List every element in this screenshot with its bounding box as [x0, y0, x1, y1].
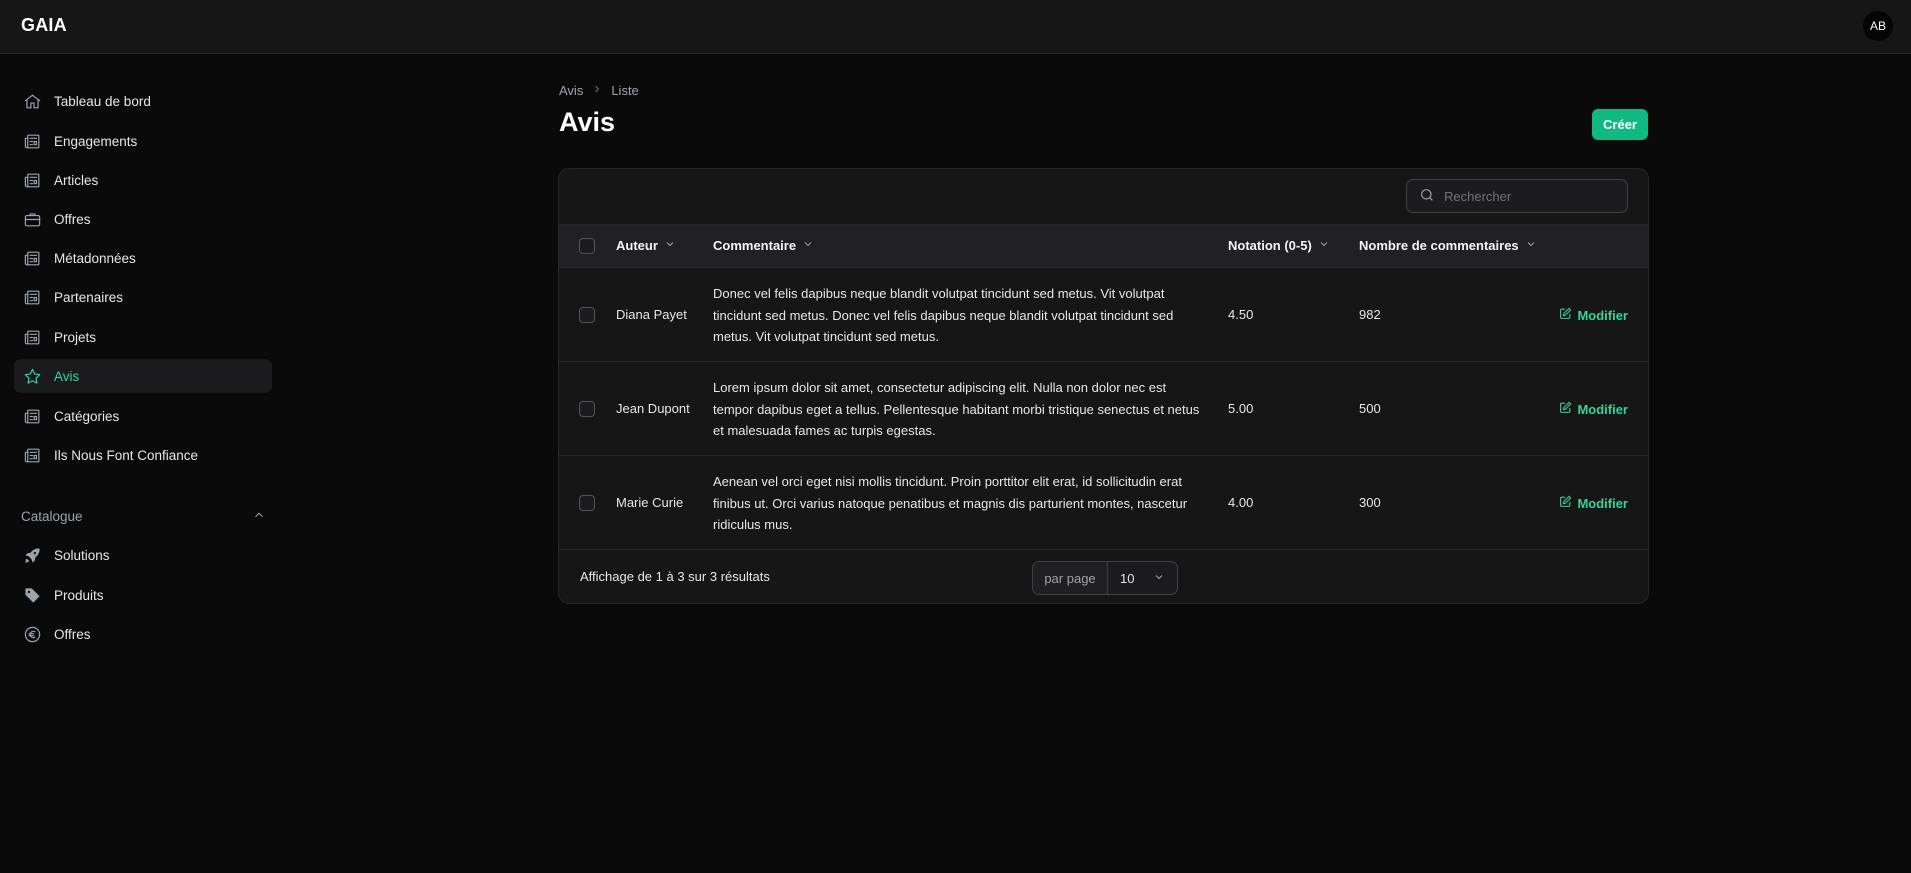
sidebar-catalogue: Solutions Produits Offres	[0, 0, 285, 818]
search-placeholder: Rechercher	[1444, 188, 1512, 204]
select-all-checkbox[interactable]	[579, 238, 595, 254]
edit-label: Modifier	[1577, 495, 1628, 511]
per-page-value: 10	[1120, 570, 1135, 586]
cell-author: Marie Curie	[616, 495, 684, 510]
chevron-down-icon	[1318, 238, 1330, 253]
column-rating-label: Notation (0-5)	[1228, 238, 1312, 253]
edit-label: Modifier	[1577, 307, 1628, 323]
table-row: Diana Payet Donec vel felis dapibus nequ…	[559, 268, 1648, 362]
search-icon	[1419, 187, 1444, 206]
cell-comment: Lorem ipsum dolor sit amet, consectetur …	[713, 380, 1200, 438]
cell-count: 300	[1359, 495, 1381, 510]
edit-button[interactable]: Modifier	[1559, 495, 1628, 511]
edit-icon	[1559, 307, 1572, 323]
table-row: Marie Curie Aenean vel orci eget nisi mo…	[559, 456, 1648, 550]
cell-author: Jean Dupont	[616, 401, 690, 416]
sidebar-item-produits[interactable]: Produits	[14, 578, 272, 612]
cell-comment: Aenean vel orci eget nisi mollis tincidu…	[713, 474, 1188, 532]
cell-comment: Donec vel felis dapibus neque blandit vo…	[713, 286, 1174, 344]
edit-label: Modifier	[1577, 401, 1628, 417]
user-avatar[interactable]: AB	[1863, 11, 1893, 41]
breadcrumb-current: Liste	[611, 83, 639, 98]
table-row: Jean Dupont Lorem ipsum dolor sit amet, …	[559, 362, 1648, 456]
pagination-summary: Affichage de 1 à 3 sur 3 résultats	[580, 569, 770, 584]
cell-rating: 5.00	[1228, 401, 1254, 416]
column-count-sort[interactable]: Nombre de commentaires	[1359, 238, 1537, 253]
chevron-down-icon	[1525, 238, 1537, 253]
edit-icon	[1559, 495, 1572, 511]
table-panel: Rechercher Auteur Commentaire Notation (…	[558, 168, 1649, 604]
create-button[interactable]: Créer	[1592, 109, 1648, 140]
sidebar-item-label: Produits	[54, 587, 104, 603]
cell-rating: 4.00	[1228, 495, 1254, 510]
table-header: Auteur Commentaire Notation (0-5) Nombre…	[559, 224, 1648, 268]
tag-icon	[22, 585, 42, 605]
chevron-down-icon	[664, 238, 676, 253]
column-comment-sort[interactable]: Commentaire	[713, 238, 814, 253]
column-author-label: Auteur	[616, 238, 658, 253]
breadcrumb: Avis Liste	[559, 83, 639, 98]
cell-count: 982	[1359, 307, 1381, 322]
edit-button[interactable]: Modifier	[1559, 401, 1628, 417]
column-comment-label: Commentaire	[713, 238, 797, 253]
sidebar-item-label: Offres	[54, 626, 91, 642]
column-count-label: Nombre de commentaires	[1359, 238, 1519, 253]
sidebar-item-solutions[interactable]: Solutions	[14, 538, 272, 572]
column-rating-sort[interactable]: Notation (0-5)	[1228, 238, 1330, 253]
edit-button[interactable]: Modifier	[1559, 307, 1628, 323]
cell-rating: 4.50	[1228, 307, 1254, 322]
per-page-value-wrap: 10	[1108, 571, 1177, 586]
per-page-label: par page	[1033, 562, 1108, 594]
top-bar: GAIA AB	[0, 0, 1911, 54]
row-checkbox[interactable]	[579, 401, 595, 417]
cell-author: Diana Payet	[616, 307, 687, 322]
rocket-icon	[22, 545, 42, 565]
edit-icon	[1559, 401, 1572, 417]
sidebar-item-offres-catalogue[interactable]: Offres	[14, 617, 272, 651]
row-checkbox[interactable]	[579, 307, 595, 323]
euro-icon	[22, 624, 42, 644]
row-checkbox[interactable]	[579, 495, 595, 511]
breadcrumb-parent[interactable]: Avis	[559, 83, 583, 98]
sidebar-item-label: Solutions	[54, 547, 110, 563]
chevron-down-icon	[1153, 571, 1165, 586]
column-author-sort[interactable]: Auteur	[616, 238, 676, 253]
chevron-down-icon	[802, 238, 814, 253]
page-title: Avis	[559, 107, 616, 137]
search-input[interactable]: Rechercher	[1406, 179, 1628, 213]
chevron-right-icon	[591, 83, 603, 98]
cell-count: 500	[1359, 401, 1381, 416]
per-page-select[interactable]: par page 10	[1032, 561, 1178, 595]
